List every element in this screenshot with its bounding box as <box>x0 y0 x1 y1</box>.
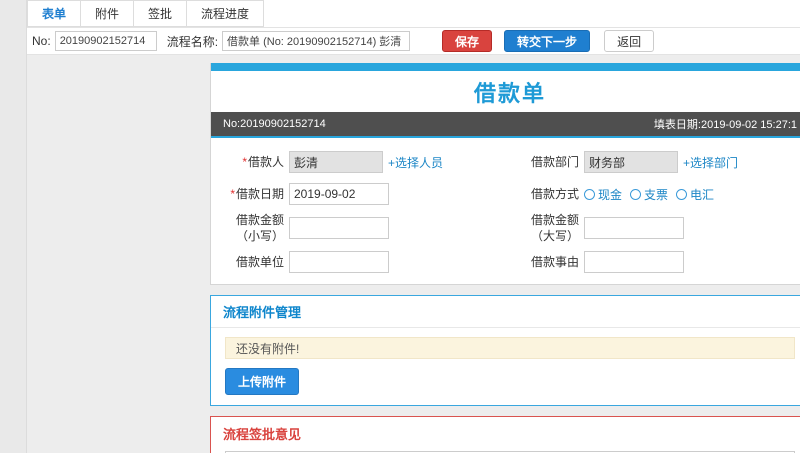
amount-small-label: 借款金额（小写） <box>235 213 284 244</box>
loan-method-options: 现金 支票 电汇 <box>584 186 722 203</box>
required-mark: * <box>230 186 235 201</box>
tab-form[interactable]: 表单 <box>27 0 82 27</box>
save-button[interactable]: 保存 <box>442 30 493 52</box>
form-fields: *借款人 +选择人员 借款部门 +选择部门 *借款日期 <box>211 138 800 284</box>
tab-bar: 表单 附件 签批 流程进度 <box>27 0 800 28</box>
left-gutter <box>0 0 27 453</box>
borrower-field: *借款人 +选择人员 <box>211 146 510 178</box>
radio-cash-label: 现金 <box>598 187 623 202</box>
toolbar: No: 流程名称: 保存 转交下一步 返回 <box>27 28 800 55</box>
form-no-text: No:20190902152714 <box>223 118 326 130</box>
department-field: 借款部门 +选择部门 <box>510 146 800 178</box>
amount-big-field: 借款金额（大写） <box>510 210 800 246</box>
no-attachment-notice: 还没有附件! <box>225 337 795 360</box>
attachment-header: 流程附件管理 <box>211 296 800 329</box>
approval-panel: 流程签批意见 B I abc A ab ⚑ ≣ ≡ ⇤ ⇥ “ <box>210 416 800 453</box>
borrower-input[interactable] <box>289 151 383 173</box>
radio-icon <box>630 188 642 200</box>
radio-check-label: 支票 <box>644 187 669 202</box>
select-person-link[interactable]: +选择人员 <box>388 154 443 171</box>
amount-small-input[interactable] <box>289 217 389 240</box>
form-row-2: *借款日期 借款方式 现金 支票 <box>211 178 800 210</box>
no-input[interactable] <box>54 31 157 51</box>
radio-check[interactable]: 支票 <box>630 186 668 203</box>
loan-unit-input[interactable] <box>289 251 389 274</box>
form-top-accent-bar <box>211 63 800 71</box>
radio-cash[interactable]: 现金 <box>584 186 622 203</box>
loan-reason-field: 借款事由 <box>510 246 800 278</box>
form-row-1: *借款人 +选择人员 借款部门 +选择部门 <box>211 146 800 178</box>
no-label: No: <box>32 34 51 48</box>
loan-method-label: 借款方式 <box>530 186 579 201</box>
select-department-link[interactable]: +选择部门 <box>683 154 738 171</box>
loan-reason-input[interactable] <box>584 251 684 274</box>
form-meta-bar: No:20190902152714 填表日期:2019-09-02 15:27:… <box>211 112 800 136</box>
loan-unit-label: 借款单位 <box>235 255 284 270</box>
attachment-body: 还没有附件! 上传附件 <box>211 328 800 405</box>
department-input[interactable] <box>584 151 678 173</box>
loan-form-panel: 借款单 No:20190902152714 填表日期:2019-09-02 15… <box>210 63 800 286</box>
attachment-title: 流程附件管理 <box>223 305 302 321</box>
radio-icon <box>676 188 688 200</box>
amount-big-label: 借款金额（大写） <box>530 213 579 244</box>
form-row-4: 借款单位 借款事由 <box>211 246 800 278</box>
loan-unit-field: 借款单位 <box>211 246 510 278</box>
next-step-button[interactable]: 转交下一步 <box>504 30 591 52</box>
loan-date-input[interactable] <box>289 183 389 205</box>
loan-date-label: *借款日期 <box>230 186 284 201</box>
form-title: 借款单 <box>473 81 546 106</box>
amount-big-input[interactable] <box>584 217 684 240</box>
loan-date-field: *借款日期 <box>211 178 510 210</box>
upload-attachment-button[interactable]: 上传附件 <box>225 368 300 396</box>
back-button[interactable]: 返回 <box>604 30 655 52</box>
loan-method-field: 借款方式 现金 支票 电汇 <box>510 178 800 210</box>
tab-attachment[interactable]: 附件 <box>81 0 135 27</box>
tab-progress[interactable]: 流程进度 <box>187 0 265 27</box>
required-mark: * <box>242 154 247 169</box>
loan-reason-label: 借款事由 <box>530 255 579 270</box>
page: 表单 附件 签批 流程进度 No: 流程名称: 保存 转交下一步 返回 借款单 … <box>0 0 800 453</box>
form-date-text: 填表日期:2019-09-02 15:27:1 <box>653 119 797 131</box>
process-name-label: 流程名称: <box>166 34 219 49</box>
attachment-panel: 流程附件管理 还没有附件! 上传附件 <box>210 295 800 407</box>
radio-icon <box>584 188 595 200</box>
radio-wire-label: 电汇 <box>690 187 715 202</box>
form-row-3: 借款金额（小写） 借款金额（大写） <box>211 210 800 246</box>
radio-wire[interactable]: 电汇 <box>676 186 714 203</box>
content-area: 借款单 No:20190902152714 填表日期:2019-09-02 15… <box>27 55 800 453</box>
process-name-input[interactable] <box>222 31 411 51</box>
tab-approval[interactable]: 签批 <box>134 0 188 27</box>
borrower-label: *借款人 <box>242 154 284 169</box>
amount-small-field: 借款金额（小写） <box>211 210 510 246</box>
approval-title: 流程签批意见 <box>223 427 302 443</box>
department-label: 借款部门 <box>530 154 579 169</box>
